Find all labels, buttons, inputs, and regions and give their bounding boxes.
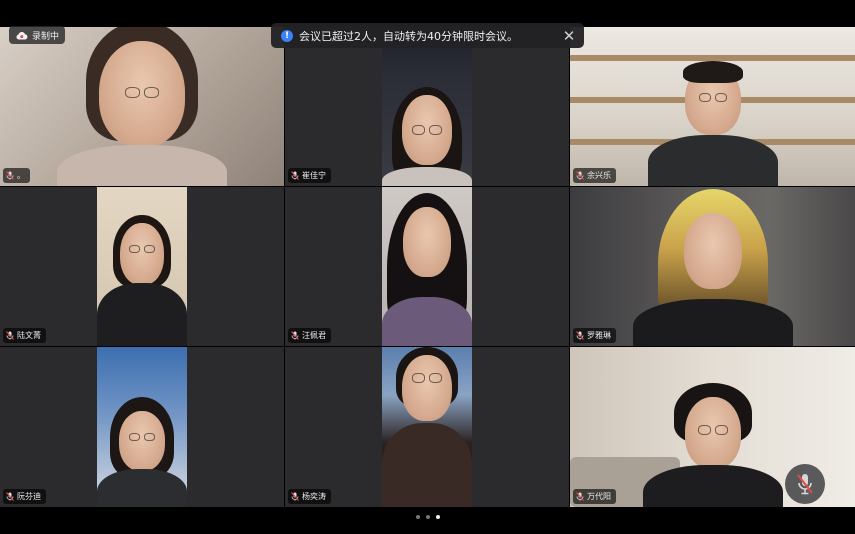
recording-label: 录制中: [32, 31, 60, 42]
participant-name-tag: 万代阳: [573, 489, 616, 504]
participant-video: [97, 187, 187, 346]
page-indicator[interactable]: [0, 515, 855, 519]
video-grid: 。 崔佳宁 余兴乐 陆文菁 汪佩君 罗雅琳 阮芬迪 杨奕涛 万代阳: [0, 27, 855, 507]
participant-name-tag: 余兴乐: [573, 168, 616, 183]
page-dot-active[interactable]: [435, 515, 440, 519]
participant-name: 崔佳宁: [302, 171, 326, 180]
participant-name-tag: 阮芬迪: [3, 489, 46, 504]
mic-toggle-button[interactable]: [785, 464, 825, 504]
participant-name: 阮芬迪: [17, 492, 41, 501]
participant-name: 。: [17, 171, 25, 180]
participant-name: 杨奕涛: [302, 492, 326, 501]
participant-tile[interactable]: 罗雅琳: [570, 187, 855, 346]
participant-video: [382, 347, 472, 507]
meeting-stage: 。 崔佳宁 余兴乐 陆文菁 汪佩君 罗雅琳 阮芬迪 杨奕涛 万代阳 录制中 ! …: [0, 0, 855, 534]
mic-mute-toggle-icon: [797, 474, 813, 495]
participant-name: 罗雅琳: [587, 331, 611, 340]
mic-muted-icon: [291, 492, 299, 501]
participant-name: 万代阳: [587, 492, 611, 501]
page-dot[interactable]: [425, 515, 430, 519]
cloud-record-icon: [16, 31, 28, 40]
participant-tile[interactable]: 汪佩君: [285, 187, 569, 346]
page-dot[interactable]: [415, 515, 420, 519]
participant-tile[interactable]: 崔佳宁: [285, 27, 569, 186]
participant-tile[interactable]: 余兴乐: [570, 27, 855, 186]
participant-video: [382, 27, 472, 186]
participant-name: 余兴乐: [587, 171, 611, 180]
participant-name-tag: 罗雅琳: [573, 328, 616, 343]
participant-name: 汪佩君: [302, 331, 326, 340]
mic-muted-icon: [291, 331, 299, 340]
participant-video: [382, 187, 472, 346]
participant-name-tag: 汪佩君: [288, 328, 331, 343]
mic-muted-icon: [6, 171, 14, 180]
mic-muted-icon: [6, 492, 14, 501]
mic-muted-icon: [576, 492, 584, 501]
close-icon[interactable]: ✕: [562, 28, 576, 43]
mic-muted-icon: [6, 331, 14, 340]
participant-name-tag: 。: [3, 168, 30, 183]
participant-name-tag: 崔佳宁: [288, 168, 331, 183]
participant-tile[interactable]: 杨奕涛: [285, 347, 569, 507]
info-icon: !: [281, 29, 293, 42]
participant-tile[interactable]: 阮芬迪: [0, 347, 284, 507]
participant-tile[interactable]: 。: [0, 27, 284, 186]
recording-indicator[interactable]: 录制中: [9, 26, 66, 44]
participant-video: [570, 27, 855, 186]
mic-muted-icon: [291, 171, 299, 180]
participant-video: [0, 27, 284, 186]
mic-muted-icon: [576, 171, 584, 180]
participant-name-tag: 陆文菁: [3, 328, 46, 343]
participant-tile[interactable]: 陆文菁: [0, 187, 284, 346]
participant-name-tag: 杨奕涛: [288, 489, 331, 504]
participant-name: 陆文菁: [17, 331, 41, 340]
mic-muted-icon: [576, 331, 584, 340]
notice-text: 会议已超过2人，自动转为40分钟限时会议。: [299, 29, 518, 43]
participant-video: [570, 187, 855, 346]
time-limit-notice: ! 会议已超过2人，自动转为40分钟限时会议。 ✕: [271, 23, 584, 48]
participant-video: [97, 347, 187, 507]
